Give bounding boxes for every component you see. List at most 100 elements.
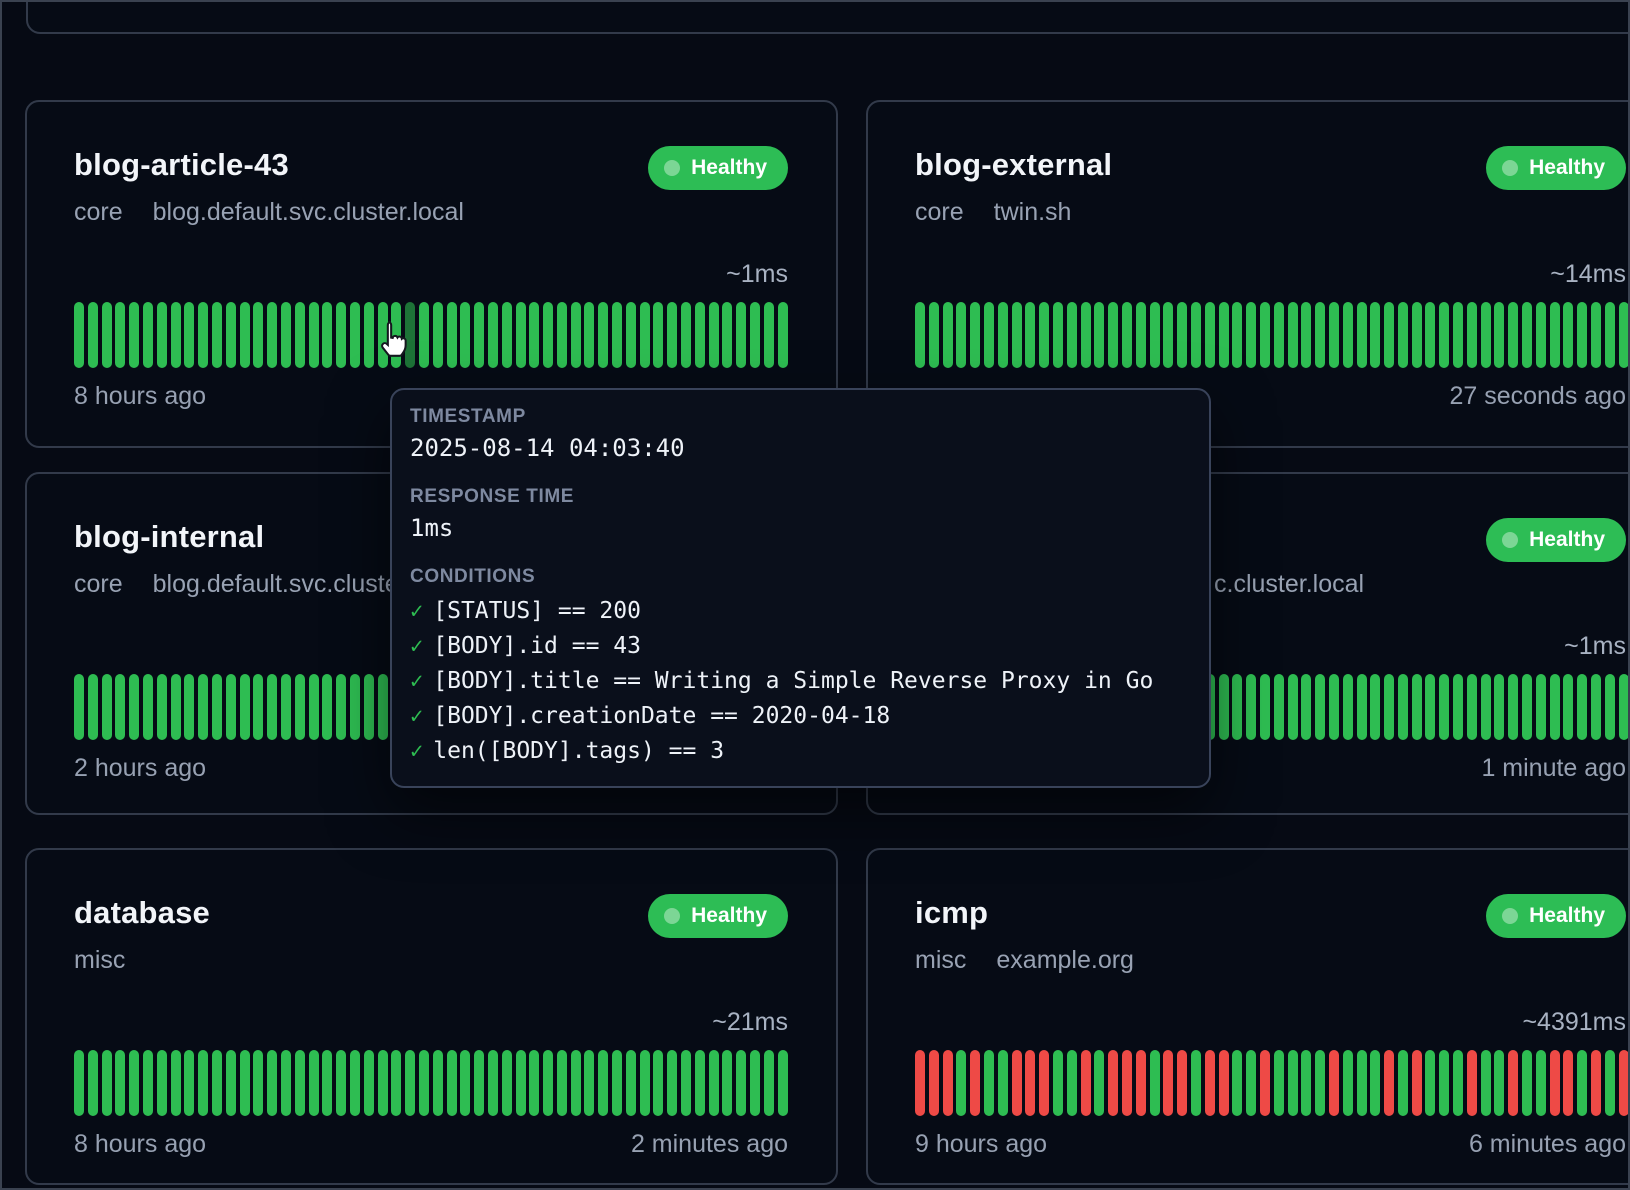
uptime-bar[interactable] — [309, 674, 319, 740]
uptime-bar[interactable] — [653, 302, 663, 368]
uptime-bar[interactable] — [516, 1050, 526, 1116]
uptime-bar[interactable] — [557, 302, 567, 368]
uptime-bar[interactable] — [212, 302, 222, 368]
uptime-bar[interactable] — [1246, 302, 1256, 368]
uptime-bar[interactable] — [1232, 1050, 1242, 1116]
uptime-bar[interactable] — [336, 674, 346, 740]
uptime-bar[interactable] — [502, 1050, 512, 1116]
uptime-bar[interactable] — [253, 1050, 263, 1116]
uptime-bar[interactable] — [184, 1050, 194, 1116]
uptime-bar[interactable] — [1508, 1050, 1518, 1116]
uptime-bar[interactable] — [1205, 1050, 1215, 1116]
uptime-bar[interactable] — [198, 674, 208, 740]
uptime-bar[interactable] — [1108, 1050, 1118, 1116]
uptime-bar[interactable] — [405, 1050, 415, 1116]
uptime-bar[interactable] — [1398, 1050, 1408, 1116]
uptime-bar[interactable] — [956, 1050, 966, 1116]
uptime-bar[interactable] — [929, 302, 939, 368]
uptime-bar[interactable] — [143, 302, 153, 368]
uptime-bar[interactable] — [1232, 674, 1242, 740]
uptime-bar[interactable] — [943, 302, 953, 368]
uptime-bar[interactable] — [88, 674, 98, 740]
uptime-bar[interactable] — [350, 302, 360, 368]
uptime-bar[interactable] — [226, 1050, 236, 1116]
uptime-bar[interactable] — [1205, 302, 1215, 368]
uptime-bar[interactable] — [1357, 302, 1367, 368]
uptime-bar[interactable] — [240, 302, 250, 368]
uptime-bar[interactable] — [474, 302, 484, 368]
uptime-bar[interactable] — [171, 1050, 181, 1116]
uptime-bar[interactable] — [667, 302, 677, 368]
uptime-bar[interactable] — [667, 1050, 677, 1116]
uptime-bar[interactable] — [102, 302, 112, 368]
uptime-bar[interactable] — [571, 302, 581, 368]
uptime-bar[interactable] — [1536, 302, 1546, 368]
uptime-bar[interactable] — [88, 1050, 98, 1116]
uptime-bar[interactable] — [1425, 1050, 1435, 1116]
uptime-bar[interactable] — [626, 1050, 636, 1116]
uptime-bar[interactable] — [709, 1050, 719, 1116]
uptime-bar[interactable] — [1081, 302, 1091, 368]
uptime-bar[interactable] — [1481, 302, 1491, 368]
uptime-bar[interactable] — [640, 302, 650, 368]
uptime-bar[interactable] — [1260, 674, 1270, 740]
uptime-bar[interactable] — [115, 674, 125, 740]
uptime-bar[interactable] — [1025, 1050, 1035, 1116]
uptime-bar[interactable] — [336, 302, 346, 368]
uptime-bar[interactable] — [1439, 302, 1449, 368]
uptime-bar[interactable] — [184, 674, 194, 740]
endpoint-card-icmp[interactable]: icmp misc example.org Healthy ~4391ms 9 … — [866, 848, 1630, 1185]
uptime-bar[interactable] — [240, 1050, 250, 1116]
uptime-bar[interactable] — [267, 674, 277, 740]
uptime-bar[interactable] — [240, 674, 250, 740]
uptime-bar[interactable] — [543, 302, 553, 368]
uptime-bar[interactable] — [474, 1050, 484, 1116]
uptime-bar[interactable] — [1591, 302, 1601, 368]
uptime-bar[interactable] — [736, 302, 746, 368]
uptime-bar[interactable] — [1177, 1050, 1187, 1116]
uptime-bar[interactable] — [1039, 302, 1049, 368]
uptime-bar[interactable] — [74, 302, 84, 368]
uptime-bar[interactable] — [1260, 1050, 1270, 1116]
uptime-bar[interactable] — [281, 302, 291, 368]
uptime-bar[interactable] — [74, 1050, 84, 1116]
uptime-bar[interactable] — [295, 1050, 305, 1116]
uptime-bar[interactable] — [1591, 674, 1601, 740]
uptime-bar[interactable] — [1357, 674, 1367, 740]
uptime-bar[interactable] — [1191, 1050, 1201, 1116]
uptime-bar[interactable] — [1219, 302, 1229, 368]
uptime-bar[interactable] — [1384, 1050, 1394, 1116]
uptime-bar[interactable] — [322, 302, 332, 368]
uptime-bar[interactable] — [998, 302, 1008, 368]
uptime-bar[interactable] — [695, 1050, 705, 1116]
uptime-bar[interactable] — [502, 302, 512, 368]
uptime-bar[interactable] — [378, 1050, 388, 1116]
uptime-bar[interactable] — [171, 302, 181, 368]
uptime-bar[interactable] — [1522, 674, 1532, 740]
uptime-bar[interactable] — [750, 1050, 760, 1116]
uptime-bar[interactable] — [309, 302, 319, 368]
uptime-bar[interactable] — [1122, 302, 1132, 368]
uptime-bar[interactable] — [488, 1050, 498, 1116]
uptime-bar[interactable] — [350, 1050, 360, 1116]
uptime-bar[interactable] — [516, 302, 526, 368]
uptime-bar[interactable] — [1136, 302, 1146, 368]
uptime-bar[interactable] — [212, 674, 222, 740]
uptime-bar[interactable] — [267, 302, 277, 368]
uptime-bar[interactable] — [1288, 674, 1298, 740]
uptime-bar[interactable] — [598, 302, 608, 368]
uptime-bar[interactable] — [1329, 1050, 1339, 1116]
uptime-bar[interactable] — [281, 674, 291, 740]
uptime-bar[interactable] — [1619, 1050, 1629, 1116]
uptime-bar[interactable] — [1288, 1050, 1298, 1116]
uptime-bar[interactable] — [253, 302, 263, 368]
uptime-bar[interactable] — [198, 1050, 208, 1116]
uptime-bar[interactable] — [943, 1050, 953, 1116]
uptime-bar[interactable] — [915, 1050, 925, 1116]
uptime-bar[interactable] — [722, 302, 732, 368]
uptime-bar[interactable] — [1412, 1050, 1422, 1116]
uptime-bar[interactable] — [1315, 674, 1325, 740]
uptime-bar[interactable] — [198, 302, 208, 368]
uptime-bar[interactable] — [460, 1050, 470, 1116]
uptime-bar[interactable] — [1357, 1050, 1367, 1116]
